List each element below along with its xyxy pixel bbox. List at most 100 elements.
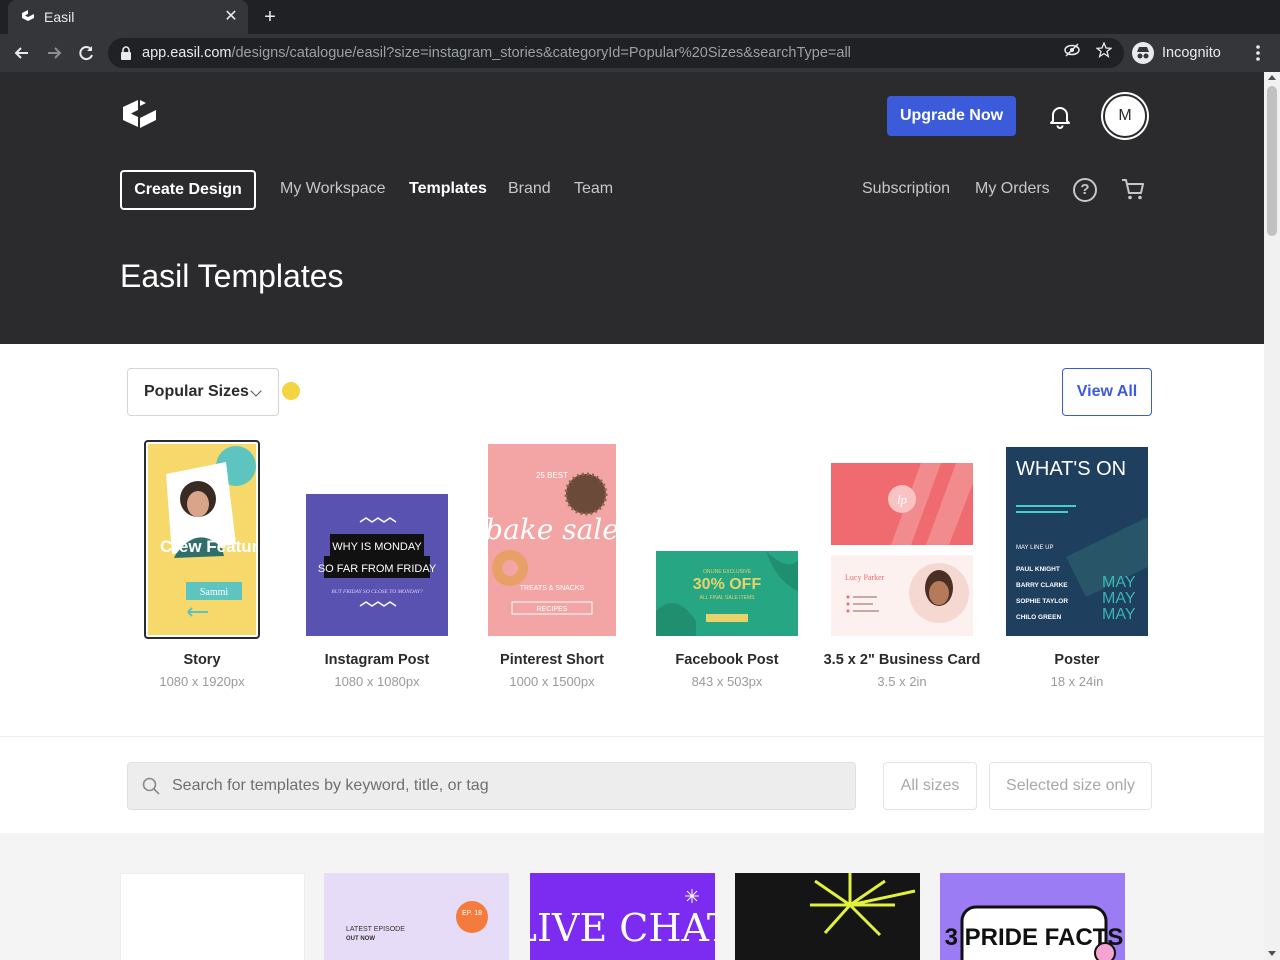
bc-logo-text: lp <box>897 492 908 507</box>
template-card[interactable]: LIVE CHAT <box>530 873 715 960</box>
app-viewport: Upgrade Now M Create Design My Workspace… <box>0 72 1264 960</box>
size-card-story[interactable]: Crew Feature Sammi Story 1080 x 1920px <box>122 344 282 736</box>
star-icon[interactable] <box>1095 41 1113 59</box>
story-title-text: Crew Feature <box>160 537 256 556</box>
browser-tab[interactable]: Easil ✕ <box>8 0 248 34</box>
search-icon <box>142 777 160 795</box>
incognito-label: Incognito <box>1162 45 1221 61</box>
user-avatar[interactable]: M <box>1103 94 1147 138</box>
eye-off-icon[interactable] <box>1064 42 1080 58</box>
incognito-indicator[interactable]: Incognito <box>1132 38 1221 68</box>
size-dimensions: 843 x 503px <box>691 674 763 689</box>
help-icon[interactable]: ? <box>1073 178 1097 202</box>
instagram-post-thumbnail: WHY IS MONDAY SO FAR FROM FRIDAY BUT FRI… <box>306 494 448 636</box>
t3-main-text: LIVE CHAT <box>530 906 715 950</box>
nav-my-workspace[interactable]: My Workspace <box>280 180 386 198</box>
page-title: Easil Templates <box>120 258 344 294</box>
search-placeholder: Search for templates by keyword, title, … <box>172 777 489 794</box>
address-bar[interactable]: app.easil.com/designs/catalogue/easil?si… <box>108 38 1124 68</box>
t2-badge-text: EP. 18 <box>462 910 482 917</box>
lock-icon <box>120 46 132 60</box>
template-search-input[interactable]: Search for templates by keyword, title, … <box>127 762 856 810</box>
reload-icon[interactable] <box>75 42 97 64</box>
forward-icon[interactable] <box>43 42 65 64</box>
popular-sizes-section: Popular Sizes View All Crew Feature Samm… <box>0 344 1264 736</box>
size-dimensions: 1080 x 1920px <box>159 674 245 689</box>
poster-act-1: PAUL KNIGHT <box>1016 566 1060 573</box>
all-sizes-filter-button[interactable]: All sizes <box>883 762 977 810</box>
template-card[interactable]: EP. 18 LATEST EPISODE OUT NOW <box>324 873 509 960</box>
url-path: /designs/catalogue/easil?size=instagram_… <box>231 45 851 61</box>
nav-templates[interactable]: Templates <box>409 180 487 198</box>
upgrade-button[interactable]: Upgrade Now <box>887 96 1016 136</box>
poster-act-4: CHILO GREEN <box>1016 614 1061 621</box>
size-label: 3.5 x 2" Business Card <box>823 652 981 668</box>
incognito-icon <box>1132 42 1154 64</box>
close-tab-icon[interactable]: ✕ <box>222 8 240 26</box>
size-dimensions: 18 x 24in <box>1050 674 1104 689</box>
template-card[interactable]: 3 PRIDE FACTS <box>940 873 1125 960</box>
scroll-up-arrow-icon[interactable] <box>1268 75 1276 80</box>
ig-sub-text: BUT FRIDAY SO CLOSE TO MONDAY? <box>331 589 423 595</box>
create-design-button[interactable]: Create Design <box>120 170 256 210</box>
fb-top-text: ONLINE EXCLUSIVE <box>703 569 752 575</box>
new-tab-icon[interactable]: + <box>258 6 282 28</box>
size-dimensions: 1080 x 1080px <box>334 674 420 689</box>
template-search-section: Search for templates by keyword, title, … <box>0 736 1264 833</box>
poster-side-text-2: MAY <box>1102 590 1136 607</box>
scroll-down-arrow-icon[interactable] <box>1268 951 1276 956</box>
size-card-facebook-post[interactable]: ONLINE EXCLUSIVE 30% OFF ALL FINAL SALE … <box>647 344 807 736</box>
cart-icon[interactable] <box>1120 176 1146 202</box>
t2-top-text: LATEST EPISODE <box>346 926 405 933</box>
poster-thumbnail: WHAT'S ON MAY LINE UP PAUL KNIGHT BARRY … <box>1006 447 1148 636</box>
size-card-poster[interactable]: WHAT'S ON MAY LINE UP PAUL KNIGHT BARRY … <box>997 344 1157 736</box>
template-card[interactable] <box>120 873 305 960</box>
story-thumbnail: Crew Feature Sammi <box>144 440 260 639</box>
t2-sub-text: OUT NOW <box>346 936 375 942</box>
size-dimensions: 1000 x 1500px <box>509 674 595 689</box>
size-card-pinterest-short[interactable]: 25 BEST bake sale TREATS & SNACKS RECIPE… <box>472 344 632 736</box>
poster-act-3: SOPHIE TAYLOR <box>1016 598 1068 605</box>
template-card[interactable] <box>735 873 920 960</box>
story-name-text: Sammi <box>200 587 229 598</box>
ig-line1-text: WHY IS MONDAY <box>332 541 422 553</box>
size-dimensions: 3.5 x 2in <box>877 674 927 689</box>
pin-main-text: bake sale <box>488 513 616 546</box>
browser-toolbar: app.easil.com/designs/catalogue/easil?si… <box>0 34 1280 72</box>
tab-title: Easil <box>44 9 75 25</box>
page-scrollbar[interactable] <box>1264 72 1280 960</box>
selected-size-filter-button[interactable]: Selected size only <box>989 762 1152 810</box>
easil-favicon-icon <box>20 9 36 25</box>
nav-brand[interactable]: Brand <box>508 180 551 198</box>
size-label: Facebook Post <box>675 652 779 668</box>
pinterest-thumbnail: 25 BEST bake sale TREATS & SNACKS RECIPE… <box>488 444 616 636</box>
poster-lineup-text: MAY LINE UP <box>1016 545 1053 551</box>
size-card-business-card[interactable]: lp Lucy Parker 3.5 x 2" Business Card 3.… <box>822 344 982 736</box>
menu-icon[interactable] <box>1248 42 1268 64</box>
nav-team[interactable]: Team <box>574 180 613 198</box>
size-label: Instagram Post <box>324 652 430 668</box>
browser-tabbar: Easil ✕ + <box>0 0 1280 34</box>
nav-subscription[interactable]: Subscription <box>862 180 950 198</box>
size-label: Story <box>183 652 221 668</box>
size-label: Pinterest Short <box>500 652 604 668</box>
scrollbar-thumb[interactable] <box>1267 86 1277 236</box>
bell-icon[interactable] <box>1046 102 1074 130</box>
pin-btn-text: RECIPES <box>537 606 568 613</box>
poster-side-text-1: MAY <box>1102 574 1136 591</box>
facebook-thumbnail: ONLINE EXCLUSIVE 30% OFF ALL FINAL SALE … <box>656 551 798 636</box>
nav-my-orders[interactable]: My Orders <box>975 180 1050 198</box>
fb-sub-text: ALL FINAL SALE ITEMS <box>700 595 756 601</box>
pin-sub-text: TREATS & SNACKS <box>520 585 585 592</box>
ig-line2-text: SO FAR FROM FRIDAY <box>318 563 437 575</box>
size-card-instagram-post[interactable]: WHY IS MONDAY SO FAR FROM FRIDAY BUT FRI… <box>297 344 457 736</box>
bc-name-text: Lucy Parker <box>845 573 885 582</box>
business-card-thumbnail: lp Lucy Parker <box>831 463 973 636</box>
easil-logo-icon[interactable] <box>120 98 158 134</box>
back-icon[interactable] <box>11 42 33 64</box>
size-label: Poster <box>1054 652 1100 668</box>
url-host: app.easil.com <box>142 45 232 61</box>
poster-title-text: WHAT'S ON <box>1016 458 1126 480</box>
poster-act-2: BARRY CLARKE <box>1016 582 1068 589</box>
pin-top-text: 25 BEST <box>536 471 568 480</box>
